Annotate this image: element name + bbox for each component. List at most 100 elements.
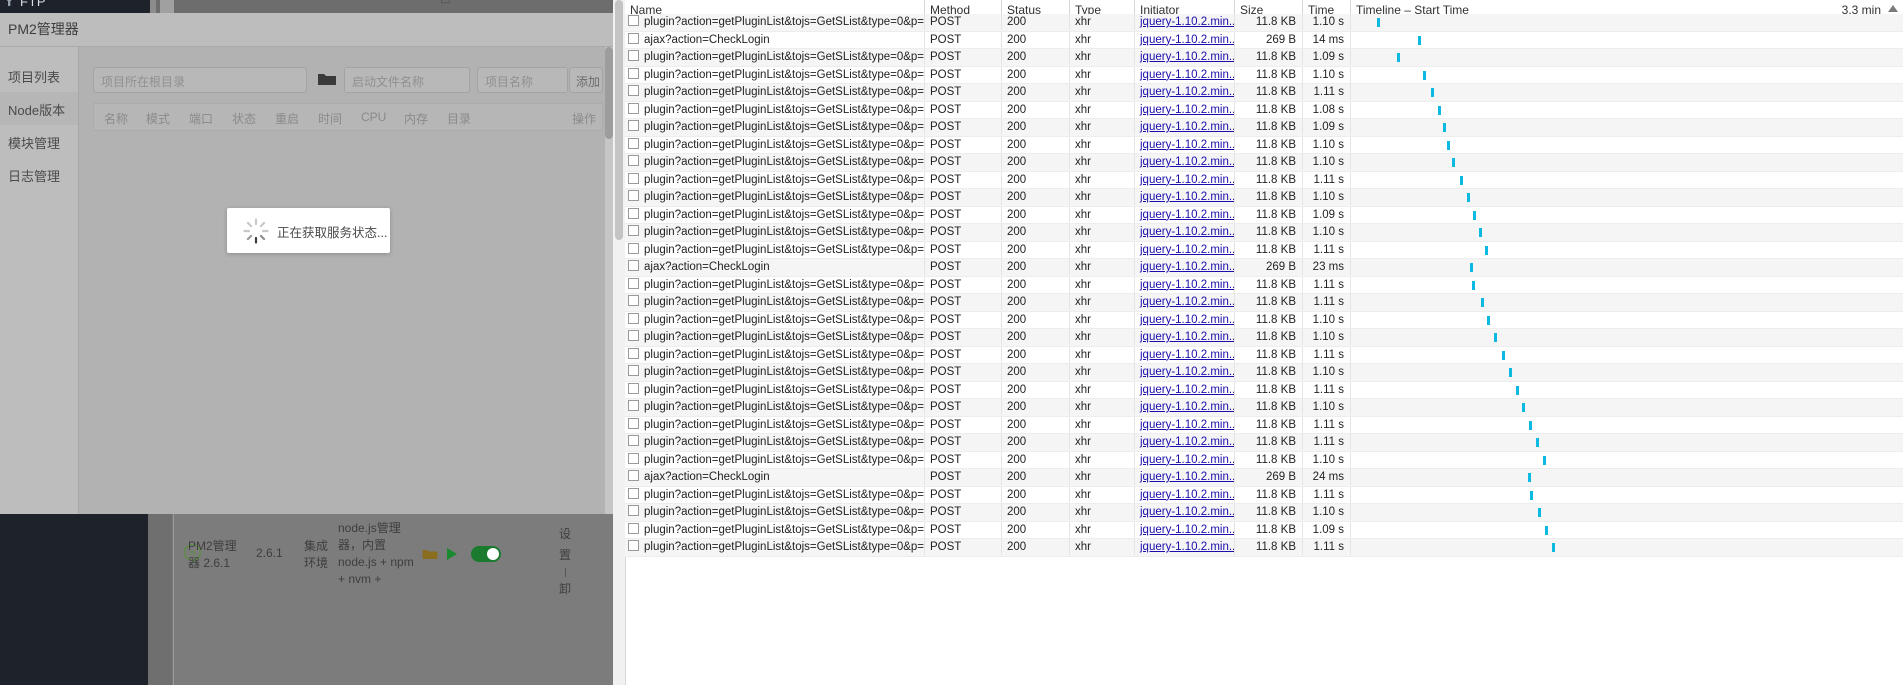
table-row[interactable]: plugin?action=getPluginList&tojs=GetSLis… <box>625 206 1903 224</box>
row-checkbox[interactable] <box>628 382 639 394</box>
plugin-uninstall-label[interactable]: 卸 <box>554 579 576 600</box>
initiator-link[interactable]: jquery-1.10.2.min.... <box>1140 104 1234 116</box>
table-row[interactable]: plugin?action=getPluginList&tojs=GetSLis… <box>625 49 1903 67</box>
initiator-link[interactable]: jquery-1.10.2.min.... <box>1140 16 1234 28</box>
table-row[interactable]: plugin?action=getPluginList&tojs=GetSLis… <box>625 539 1903 557</box>
initiator-link[interactable]: jquery-1.10.2.min.... <box>1140 139 1234 151</box>
initiator-link[interactable]: jquery-1.10.2.min.... <box>1140 209 1234 221</box>
initiator-link[interactable]: jquery-1.10.2.min.... <box>1140 366 1234 378</box>
row-checkbox[interactable] <box>628 15 639 26</box>
initiator-link[interactable]: jquery-1.10.2.min.... <box>1140 156 1234 168</box>
row-checkbox[interactable] <box>628 225 639 236</box>
initiator-link[interactable]: jquery-1.10.2.min.... <box>1140 489 1234 501</box>
table-row[interactable]: plugin?action=getPluginList&tojs=GetSLis… <box>625 486 1903 504</box>
initiator-link[interactable]: jquery-1.10.2.min.... <box>1140 279 1234 291</box>
table-row[interactable]: plugin?action=getPluginList&tojs=GetSLis… <box>625 14 1903 32</box>
row-checkbox[interactable] <box>628 365 639 376</box>
table-row[interactable]: plugin?action=getPluginList&tojs=GetSLis… <box>625 399 1903 417</box>
row-checkbox[interactable] <box>628 172 639 184</box>
scrollbar-thumb[interactable] <box>605 47 613 139</box>
row-checkbox[interactable] <box>628 207 639 219</box>
table-row[interactable]: plugin?action=getPluginList&tojs=GetSLis… <box>625 416 1903 434</box>
row-checkbox[interactable] <box>628 137 639 149</box>
start-file-input[interactable]: 启动文件名称 <box>344 67 470 93</box>
table-row[interactable]: plugin?action=getPluginList&tojs=GetSLis… <box>625 119 1903 137</box>
row-checkbox[interactable] <box>628 242 639 254</box>
row-checkbox[interactable] <box>628 260 639 271</box>
initiator-link[interactable]: jquery-1.10.2.min.... <box>1140 419 1234 431</box>
row-checkbox[interactable] <box>628 522 639 534</box>
initiator-link[interactable]: jquery-1.10.2.min.... <box>1140 541 1234 553</box>
sidebar-item-project-list[interactable]: 项目列表 <box>0 59 78 92</box>
scrollbar-thumb[interactable] <box>615 0 623 240</box>
initiator-link[interactable]: jquery-1.10.2.min.... <box>1140 191 1234 203</box>
table-row[interactable]: plugin?action=getPluginList&tojs=GetSLis… <box>625 381 1903 399</box>
plugin-enable-toggle[interactable] <box>471 546 501 562</box>
plugin-play-icon[interactable] <box>446 547 458 566</box>
table-row[interactable]: plugin?action=getPluginList&tojs=GetSLis… <box>625 154 1903 172</box>
table-row[interactable]: plugin?action=getPluginList&tojs=GetSLis… <box>625 346 1903 364</box>
initiator-link[interactable]: jquery-1.10.2.min.... <box>1140 296 1234 308</box>
row-checkbox[interactable] <box>628 347 639 359</box>
initiator-link[interactable]: jquery-1.10.2.min.... <box>1140 121 1234 133</box>
table-row[interactable]: plugin?action=getPluginList&tojs=GetSLis… <box>625 241 1903 259</box>
app-content-scrollbar[interactable] <box>605 47 613 514</box>
initiator-link[interactable]: jquery-1.10.2.min.... <box>1140 436 1234 448</box>
table-row[interactable]: plugin?action=getPluginList&tojs=GetSLis… <box>625 189 1903 207</box>
initiator-link[interactable]: jquery-1.10.2.min.... <box>1140 349 1234 361</box>
plugin-folder-icon[interactable] <box>422 547 438 566</box>
table-row[interactable]: plugin?action=getPluginList&tojs=GetSLis… <box>625 66 1903 84</box>
initiator-link[interactable]: jquery-1.10.2.min.... <box>1140 86 1234 98</box>
initiator-link[interactable]: jquery-1.10.2.min.... <box>1140 471 1234 483</box>
initiator-link[interactable]: jquery-1.10.2.min.... <box>1140 524 1234 536</box>
row-checkbox[interactable] <box>628 540 639 551</box>
sidebar-item-module-manage[interactable]: 模块管理 <box>0 125 78 158</box>
row-checkbox[interactable] <box>628 417 639 429</box>
table-row[interactable]: plugin?action=getPluginList&tojs=GetSLis… <box>625 311 1903 329</box>
row-checkbox[interactable] <box>628 330 639 341</box>
row-checkbox[interactable] <box>628 102 639 114</box>
table-row[interactable]: plugin?action=getPluginList&tojs=GetSLis… <box>625 101 1903 119</box>
initiator-link[interactable]: jquery-1.10.2.min.... <box>1140 454 1234 466</box>
row-checkbox[interactable] <box>628 435 639 446</box>
ascending-caret-icon[interactable] <box>1888 5 1898 12</box>
initiator-link[interactable]: jquery-1.10.2.min.... <box>1140 69 1234 81</box>
plugin-setting-label[interactable]: 设置 <box>554 524 576 566</box>
initiator-link[interactable]: jquery-1.10.2.min.... <box>1140 506 1234 518</box>
table-row[interactable]: plugin?action=getPluginList&tojs=GetSLis… <box>625 136 1903 154</box>
initiator-link[interactable]: jquery-1.10.2.min.... <box>1140 51 1234 63</box>
row-checkbox[interactable] <box>628 400 639 411</box>
table-row[interactable]: plugin?action=getPluginList&tojs=GetSLis… <box>625 434 1903 452</box>
initiator-link[interactable]: jquery-1.10.2.min.... <box>1140 174 1234 186</box>
sidebar-item-node-version[interactable]: Node版本 <box>0 92 78 125</box>
row-checkbox[interactable] <box>628 155 639 166</box>
table-row[interactable]: plugin?action=getPluginList&tojs=GetSLis… <box>625 276 1903 294</box>
folder-browse-icon[interactable] <box>317 70 337 88</box>
initiator-link[interactable]: jquery-1.10.2.min.... <box>1140 244 1234 256</box>
table-row[interactable]: plugin?action=getPluginList&tojs=GetSLis… <box>625 504 1903 522</box>
row-checkbox[interactable] <box>628 505 639 516</box>
table-row[interactable]: ajax?action=CheckLogin POST 200 xhr jquery-1… <box>625 469 1903 487</box>
initiator-link[interactable]: jquery-1.10.2.min.... <box>1140 384 1234 396</box>
project-name-input[interactable]: 项目名称 <box>477 67 568 93</box>
initiator-link[interactable]: jquery-1.10.2.min.... <box>1140 314 1234 326</box>
sidebar-item-log-manage[interactable]: 日志管理 <box>0 158 78 191</box>
row-checkbox[interactable] <box>628 487 639 499</box>
row-checkbox[interactable] <box>628 452 639 464</box>
table-row[interactable]: plugin?action=getPluginList&tojs=GetSLis… <box>625 84 1903 102</box>
table-row[interactable]: plugin?action=getPluginList&tojs=GetSLis… <box>625 171 1903 189</box>
row-checkbox[interactable] <box>628 50 639 61</box>
initiator-link[interactable]: jquery-1.10.2.min.... <box>1140 401 1234 413</box>
table-row[interactable]: ajax?action=CheckLogin POST 200 xhr jquery-1… <box>625 31 1903 49</box>
table-row[interactable]: plugin?action=getPluginList&tojs=GetSLis… <box>625 329 1903 347</box>
table-row[interactable]: plugin?action=getPluginList&tojs=GetSLis… <box>625 294 1903 312</box>
row-checkbox[interactable] <box>628 85 639 96</box>
initiator-link[interactable]: jquery-1.10.2.min.... <box>1140 331 1234 343</box>
row-checkbox[interactable] <box>628 67 639 79</box>
row-checkbox[interactable] <box>628 312 639 324</box>
root-directory-input[interactable]: 项目所在根目录 <box>93 67 307 93</box>
table-row[interactable]: plugin?action=getPluginList&tojs=GetSLis… <box>625 521 1903 539</box>
add-project-button[interactable]: 添加 <box>569 67 603 93</box>
row-checkbox[interactable] <box>628 295 639 306</box>
row-checkbox[interactable] <box>628 470 639 481</box>
